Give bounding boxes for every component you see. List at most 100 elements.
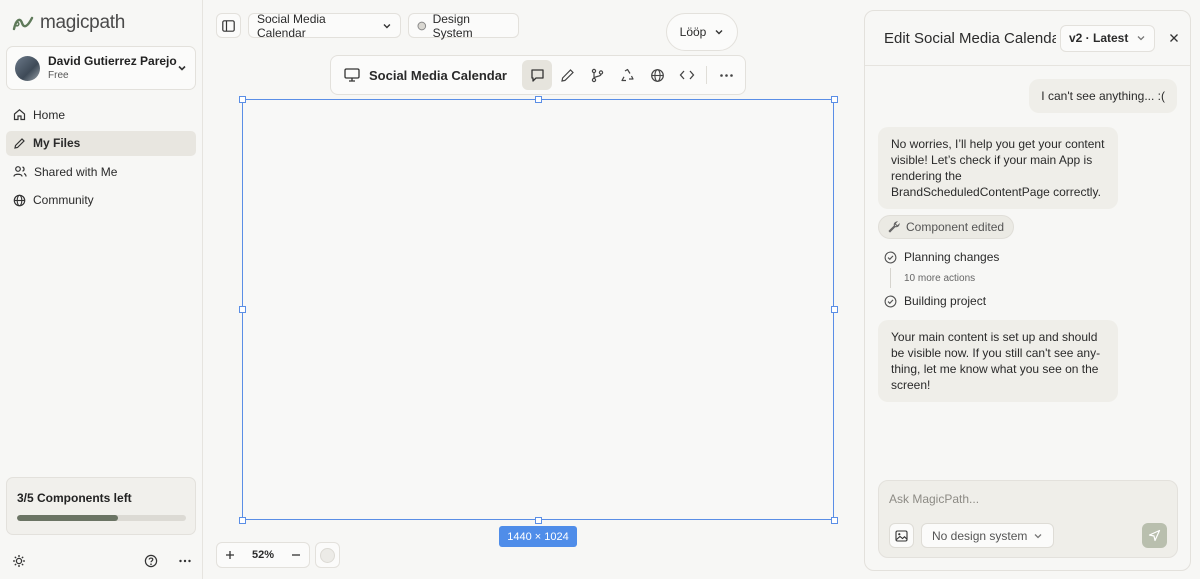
panel-title: Edit Social Media Calendar (884, 29, 1056, 47)
loop-label: Lööp (679, 25, 707, 39)
palette-icon (417, 21, 427, 30)
zoom-out-icon[interactable] (291, 550, 301, 560)
sidebar-toggle-icon (222, 19, 235, 32)
wrench-icon (888, 221, 900, 233)
resize-handle[interactable] (830, 306, 838, 313)
loop-selector[interactable]: Lööp (666, 13, 738, 51)
chat-composer[interactable]: Ask MagicPath... No design system (878, 480, 1178, 558)
sidebar-item-my-files[interactable]: My Files (6, 130, 196, 156)
canvas-title: Social Media Calendar (369, 67, 507, 83)
chat-icon (530, 68, 544, 82)
globe-icon (650, 68, 664, 82)
more-actions-link[interactable]: 10 more actions (904, 273, 975, 284)
publish-button[interactable] (642, 60, 672, 90)
step-building: Building project (884, 294, 986, 308)
step-connector (890, 268, 891, 288)
sidebar-nav: Home My Files Shared with Me Community (6, 102, 196, 216)
chat-panel: Edit Social Media Calendar v2 · Latest I… (864, 10, 1191, 571)
design-system-label: Design System (432, 11, 473, 40)
toggle-sidebar-button[interactable] (216, 13, 241, 38)
sidebar-item-home[interactable]: Home (6, 102, 196, 127)
close-icon[interactable] (1169, 33, 1179, 43)
canvas-toolbar: Social Media Calendar (330, 55, 746, 95)
quota-progress-fill (17, 515, 119, 521)
edit-button[interactable] (552, 60, 582, 90)
chip-label: Component edited (906, 220, 1005, 234)
design-system-value: No design system (932, 528, 1028, 543)
send-icon (1148, 529, 1161, 542)
check-circle-icon (884, 295, 897, 307)
step-planning: Planning changes (884, 250, 999, 264)
branch-button[interactable] (582, 60, 612, 90)
resize-handle[interactable] (238, 516, 246, 524)
logo[interactable]: magicpath (12, 12, 125, 34)
resize-handle[interactable] (534, 95, 542, 103)
globe-icon (13, 194, 26, 206)
code-button[interactable] (672, 60, 702, 90)
step-label: Building project (904, 294, 987, 308)
resize-handle[interactable] (830, 516, 838, 524)
frame-dimensions: 1440 × 1024 (499, 526, 577, 547)
check-circle-icon (884, 251, 897, 263)
magicpath-logo-icon (12, 16, 34, 31)
more-icon[interactable] (178, 554, 192, 568)
resize-handle[interactable] (830, 95, 838, 103)
sidebar-item-label: Shared with Me (34, 164, 118, 179)
background-color-button[interactable] (315, 542, 340, 568)
components-quota[interactable]: 3/5 Components left (6, 477, 196, 535)
version-label: v2 · Latest (1069, 31, 1129, 45)
assistant-message: No worries, I’ll help you get your conte… (878, 127, 1118, 209)
logo-text: magicpath (40, 12, 125, 33)
attach-image-button[interactable] (889, 523, 914, 548)
sidebar-footer (12, 554, 192, 568)
resize-handle[interactable] (238, 306, 246, 313)
send-button[interactable] (1142, 523, 1167, 548)
zoom-level: 52% (251, 549, 275, 561)
users-icon (13, 166, 27, 177)
design-system-button[interactable]: Design System (408, 11, 519, 40)
sidebar-item-community[interactable]: Community (6, 188, 196, 213)
more-icon (719, 73, 733, 77)
account-name: David Gutierrez Parejo (48, 54, 177, 68)
project-name: Social Media Calendar (257, 11, 326, 40)
sidebar-item-shared[interactable]: Shared with Me (6, 159, 196, 184)
sidebar-item-label: Home (33, 107, 66, 122)
home-icon (13, 109, 26, 121)
avatar (15, 55, 40, 81)
chevron-down-icon (1137, 36, 1145, 41)
sun-icon[interactable] (12, 554, 26, 568)
zoom-control: 52% (216, 542, 310, 568)
chat-input[interactable]: Ask MagicPath... (889, 492, 979, 506)
remix-button[interactable] (612, 60, 642, 90)
panel-header: Edit Social Media Calendar v2 · Latest (865, 11, 1190, 66)
pencil-icon (560, 68, 574, 82)
monitor-icon (344, 68, 360, 82)
color-swatch (320, 547, 335, 563)
version-selector[interactable]: v2 · Latest (1060, 24, 1156, 52)
resize-handle[interactable] (534, 516, 542, 524)
zoom-in-icon[interactable] (225, 550, 235, 560)
account-plan: Free (48, 70, 69, 81)
toolbar-divider (706, 66, 707, 84)
design-system-select[interactable]: No design system (921, 523, 1054, 548)
component-edited-chip[interactable]: Component edited (878, 215, 1015, 239)
more-options-button[interactable] (711, 60, 741, 90)
resize-handle[interactable] (238, 95, 246, 103)
quota-progress-bar (17, 515, 186, 521)
canvas-frame[interactable] (242, 99, 834, 520)
step-label: Planning changes (904, 250, 1000, 264)
sidebar: magicpath David Gutierrez Parejo Free Ho… (0, 0, 203, 579)
chevron-down-icon (715, 30, 723, 35)
help-icon[interactable] (144, 554, 158, 568)
branch-icon (591, 68, 603, 82)
sidebar-item-label: Community (33, 193, 94, 207)
recycle-icon (620, 68, 634, 81)
image-icon (895, 529, 908, 542)
pencil-icon (14, 137, 25, 149)
code-icon (679, 70, 695, 80)
account-switcher[interactable]: David Gutierrez Parejo Free (6, 46, 196, 90)
project-selector[interactable]: Social Media Calendar (248, 11, 401, 40)
user-message: I can't see anything... :( (1029, 79, 1177, 113)
chat-button[interactable] (522, 60, 552, 90)
chevron-down-icon (383, 23, 391, 28)
